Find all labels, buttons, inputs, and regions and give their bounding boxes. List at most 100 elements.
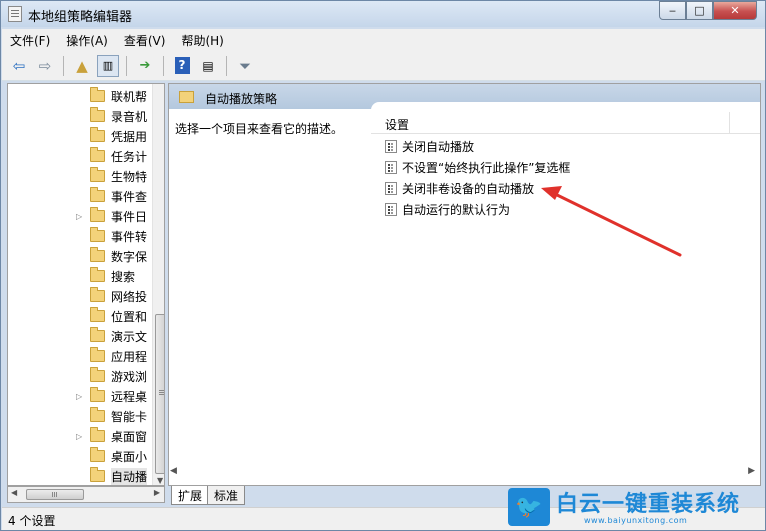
tree-item[interactable]: 网络投 [8, 286, 148, 306]
scroll-left-arrow-icon[interactable]: ◀ [11, 488, 17, 497]
filter-icon[interactable]: ⏷ [234, 55, 256, 77]
tree-item[interactable]: 演示文 [8, 326, 148, 346]
tree-item[interactable]: ▷ 事件日 [8, 206, 148, 226]
scroll-right-arrow-icon[interactable]: ▶ [748, 466, 755, 476]
tree-item[interactable]: 联机帮 [8, 86, 148, 106]
setting-label: 关闭非卷设备的自动播放 [402, 182, 535, 196]
toolbar-divider [226, 55, 227, 76]
scroll-right-arrow-icon[interactable]: ▶ [154, 488, 160, 497]
policy-setting-icon [385, 203, 397, 216]
folder-icon [90, 427, 105, 442]
tree-hscroll-thumb[interactable] [26, 489, 84, 500]
tree-item[interactable]: 录音机 [8, 106, 148, 126]
tree-item-label: 联机帮 [111, 89, 148, 104]
tree-item[interactable]: 事件转 [8, 226, 148, 246]
setting-row[interactable]: 关闭非卷设备的自动播放 [385, 178, 534, 199]
export-list-icon[interactable]: ➔ [134, 55, 156, 77]
folder-icon [90, 107, 105, 122]
details-pane: 自动播放策略 选择一个项目来查看它的描述。 设置 关闭自动播放 不设置“始终执行… [168, 83, 761, 486]
toolbar: ⇦ ⇨ ▲ ▥ ➔ ? ▤ ⏷ [2, 51, 765, 81]
tree-item[interactable]: ▷ 桌面窗 [8, 426, 148, 446]
status-text: 4 个设置 [8, 514, 56, 528]
tree-item-label: 位置和 [111, 309, 148, 324]
tree-item[interactable]: ▷ 远程桌 [8, 386, 148, 406]
caption-buttons: ‒ □ ✕ [659, 1, 757, 20]
minimize-button[interactable]: ‒ [659, 1, 686, 20]
tree-item[interactable]: 位置和 [8, 306, 148, 326]
close-button[interactable]: ✕ [713, 1, 757, 20]
column-header-label: 设置 [385, 118, 410, 132]
details-horizontal-scrollbar[interactable]: ◀ ▶ [168, 464, 761, 481]
policy-tree[interactable]: 自动播 桌面小 ▷ 桌面窗 智能卡 ▷ 远程桌 游戏浏 应用程 演示文 位置和 网络投 搜索 数字保 事件转… [7, 83, 165, 486]
tree-item[interactable]: 智能卡 [8, 406, 148, 426]
menu-action[interactable]: 操作(A) [58, 32, 116, 49]
show-hide-tree-icon[interactable]: ▥ [97, 54, 119, 77]
maximize-button[interactable]: □ [686, 1, 713, 20]
forward-arrow-icon[interactable]: ⇨ [34, 55, 56, 77]
setting-label: 关闭自动播放 [402, 140, 475, 154]
menu-help[interactable]: 帮助(H) [173, 32, 231, 49]
tree-item[interactable]: 凭据用 [8, 126, 148, 146]
tree-horizontal-scrollbar[interactable]: ◀ ▶ [7, 486, 165, 503]
tree-item[interactable]: 搜索 [8, 266, 148, 286]
column-header-setting[interactable]: 设置 [371, 112, 760, 134]
tree-item[interactable]: 游戏浏 [8, 366, 148, 386]
toolbar-divider [63, 55, 64, 76]
tree-item[interactable]: 事件查 [8, 186, 148, 206]
tree-item-label: 应用程 [111, 349, 148, 364]
policy-setting-icon [385, 161, 397, 174]
toolbar-divider [126, 55, 127, 76]
tree-item[interactable]: 桌面小 [8, 446, 148, 466]
folder-icon [90, 467, 105, 482]
scroll-down-arrow-icon[interactable]: ▼ [157, 476, 163, 485]
tree-vertical-scrollbar[interactable]: ▼ [152, 84, 164, 485]
window-title: 本地组策略编辑器 [28, 10, 133, 25]
folder-icon [90, 127, 105, 142]
tree-item[interactable]: 自动播 [8, 466, 148, 485]
back-arrow-icon[interactable]: ⇦ [8, 55, 30, 77]
tree-item-label: 录音机 [111, 109, 148, 124]
folder-icon [90, 447, 105, 462]
column-divider[interactable] [729, 112, 730, 134]
setting-row[interactable]: 自动运行的默认行为 [385, 199, 510, 220]
tree-item-label: 网络投 [111, 289, 148, 304]
tree-item[interactable]: 应用程 [8, 346, 148, 366]
tree-item[interactable]: 任务计 [8, 146, 148, 166]
tab-standard[interactable]: 标准 [207, 486, 246, 505]
expand-arrow-icon[interactable]: ▷ [76, 392, 85, 401]
tree-item[interactable]: 数字保 [8, 246, 148, 266]
folder-icon [90, 307, 105, 322]
setting-row[interactable]: 关闭自动播放 [385, 136, 474, 157]
settings-list: 设置 关闭自动播放 不设置“始终执行此操作”复选框 关闭非卷设备的自动播放 自动… [371, 102, 760, 485]
folder-icon [90, 387, 105, 402]
policy-setting-icon [385, 182, 397, 195]
tree-scroll-thumb[interactable] [155, 314, 164, 474]
help-icon[interactable]: ? [171, 55, 193, 77]
tree-item[interactable]: 生物特 [8, 166, 148, 186]
tree-item-label: 远程桌 [111, 389, 148, 404]
policy-editor-icon [8, 6, 22, 22]
up-folder-icon[interactable]: ▲ [71, 55, 93, 77]
twitter-bird-icon: 🐦 [508, 488, 550, 526]
watermark-title: 白云一键重装系统 [556, 492, 741, 517]
folder-icon [90, 267, 105, 282]
expand-arrow-icon[interactable]: ▷ [76, 432, 85, 441]
scroll-left-arrow-icon[interactable]: ◀ [170, 466, 177, 476]
menu-view[interactable]: 查看(V) [116, 32, 174, 49]
folder-icon [90, 247, 105, 262]
tree-item-label: 凭据用 [111, 129, 148, 144]
menu-file[interactable]: 文件(F) [2, 32, 58, 49]
title-bar[interactable]: 本地组策略编辑器 ‒ □ ✕ [1, 1, 765, 27]
tab-extended[interactable]: 扩展 [171, 486, 210, 505]
folder-icon [90, 187, 105, 202]
folder-icon [90, 227, 105, 242]
setting-row[interactable]: 不设置“始终执行此操作”复选框 [385, 157, 570, 178]
folder-icon [90, 367, 105, 382]
expand-arrow-icon[interactable]: ▷ [76, 212, 85, 221]
watermark-url: www.baiyunxitong.com [584, 516, 688, 525]
folder-icon [90, 327, 105, 342]
details-title: 自动播放策略 [205, 92, 278, 106]
description-pane: 选择一个项目来查看它的描述。 [169, 109, 369, 485]
properties-icon[interactable]: ▤ [197, 55, 219, 77]
app-window: 本地组策略编辑器 ‒ □ ✕ 文件(F) 操作(A) 查看(V) 帮助(H) ⇦… [0, 0, 766, 531]
